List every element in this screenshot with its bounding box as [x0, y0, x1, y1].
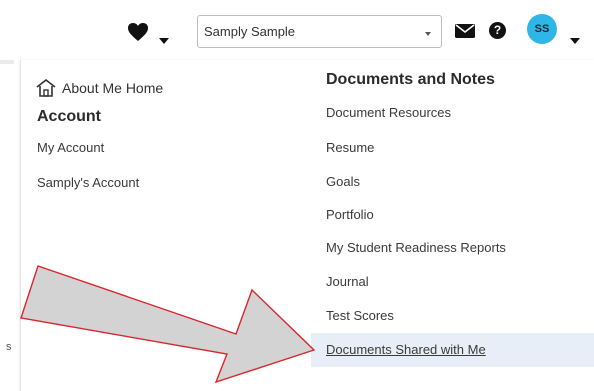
- documents-and-notes-heading: Documents and Notes: [326, 71, 495, 88]
- avatar-initials: SS: [534, 23, 550, 35]
- menu-item-documents-shared-with-me[interactable]: Documents Shared with Me: [326, 342, 486, 357]
- avatar[interactable]: SS: [527, 14, 557, 44]
- menu-item-my-account[interactable]: My Account: [37, 140, 104, 155]
- home-icon: [36, 78, 56, 97]
- background-divider: [0, 60, 14, 64]
- menu-item-resume[interactable]: Resume: [326, 140, 374, 155]
- account-chevron-down-icon[interactable]: [570, 38, 580, 44]
- menu-item-samplys-account[interactable]: Samply's Account: [37, 175, 139, 190]
- about-me-home-label: About Me Home: [62, 80, 164, 96]
- user-select[interactable]: Samply Sample: [197, 15, 442, 48]
- top-bar: Samply Sample ? SS: [0, 0, 594, 60]
- background-partial-text: s: [6, 341, 12, 353]
- favorites-chevron-down-icon[interactable]: [159, 38, 169, 44]
- menu-item-test-scores[interactable]: Test Scores: [326, 308, 394, 323]
- account-heading: Account: [37, 108, 101, 125]
- menu-item-portfolio[interactable]: Portfolio: [326, 207, 374, 222]
- select-chevron-down-icon: [425, 32, 431, 36]
- mail-icon[interactable]: [455, 24, 475, 38]
- menu-item-goals[interactable]: Goals: [326, 174, 360, 189]
- user-select-value: Samply Sample: [204, 24, 296, 39]
- menu-item-journal[interactable]: Journal: [326, 274, 369, 289]
- help-icon[interactable]: ?: [489, 22, 506, 39]
- menu-item-student-readiness-reports[interactable]: My Student Readiness Reports: [326, 240, 506, 255]
- favorites-heart-icon[interactable]: [128, 23, 158, 43]
- menu-item-document-resources[interactable]: Document Resources: [326, 105, 451, 120]
